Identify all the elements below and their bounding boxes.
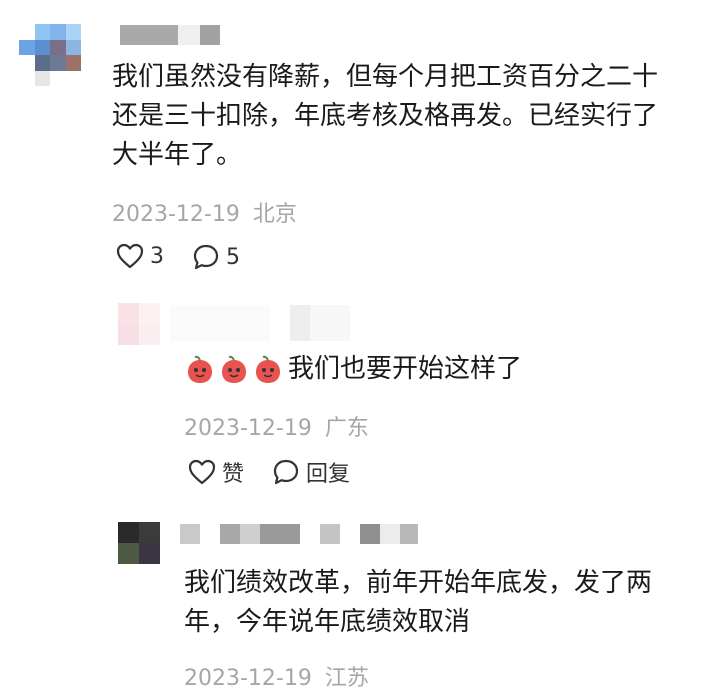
comment-text-line: 我们虽然没有降薪，但每个月把工资百分之二十 <box>112 62 659 92</box>
comment-text-line: 还是三十扣除，年底考核及格再发。已经实行了 <box>112 101 659 131</box>
reply-location: 广东 <box>324 416 369 441</box>
comment-date: 2023-12-19 <box>112 202 240 227</box>
reply-button[interactable]: 回复 <box>272 456 350 488</box>
comment-bubble-icon <box>193 244 219 270</box>
avatar[interactable] <box>19 24 81 86</box>
username-blurred[interactable] <box>180 524 418 544</box>
like-label: 赞 <box>222 462 245 487</box>
reply-button[interactable]: 5 <box>192 243 240 271</box>
comment-meta: 2023-12-19 北京 <box>112 196 297 228</box>
comment-bubble-icon <box>273 459 299 485</box>
heart-icon <box>188 459 216 485</box>
reply-meta: 2023-12-19 广东 <box>184 410 369 442</box>
like-button[interactable]: 3 <box>116 243 164 269</box>
avatar[interactable] <box>118 522 160 564</box>
reply-text: 我们绩效改革，前年开始年底发，发了两 年，今年说年底绩效取消 <box>184 564 704 642</box>
reply-location: 江苏 <box>324 666 369 691</box>
reply-date: 2023-12-19 <box>184 416 312 441</box>
reply-date: 2023-12-19 <box>184 666 312 691</box>
peach-emoji-icon <box>184 355 284 385</box>
reply-text-line: 年，今年说年底绩效取消 <box>184 607 471 637</box>
comment-location: 北京 <box>252 202 297 227</box>
username-blurred[interactable] <box>120 25 220 45</box>
reply-text-line: 我们绩效改革，前年开始年底发，发了两 <box>184 568 653 598</box>
reply-count: 5 <box>226 244 240 270</box>
reply-text: 我们也要开始这样了 <box>184 350 522 389</box>
reply-label: 回复 <box>306 462 351 487</box>
comment-text-line: 大半年了。 <box>112 140 243 170</box>
like-button[interactable]: 赞 <box>188 456 244 488</box>
like-count: 3 <box>150 243 164 269</box>
reply-text-body: 我们也要开始这样了 <box>288 354 523 384</box>
username-blurred[interactable] <box>170 305 350 341</box>
reply-meta: 2023-12-19 江苏 <box>184 660 369 692</box>
heart-icon <box>116 243 144 269</box>
comment-text: 我们虽然没有降薪，但每个月把工资百分之二十 还是三十扣除，年底考核及格再发。已经… <box>112 58 712 175</box>
avatar[interactable] <box>118 303 160 345</box>
